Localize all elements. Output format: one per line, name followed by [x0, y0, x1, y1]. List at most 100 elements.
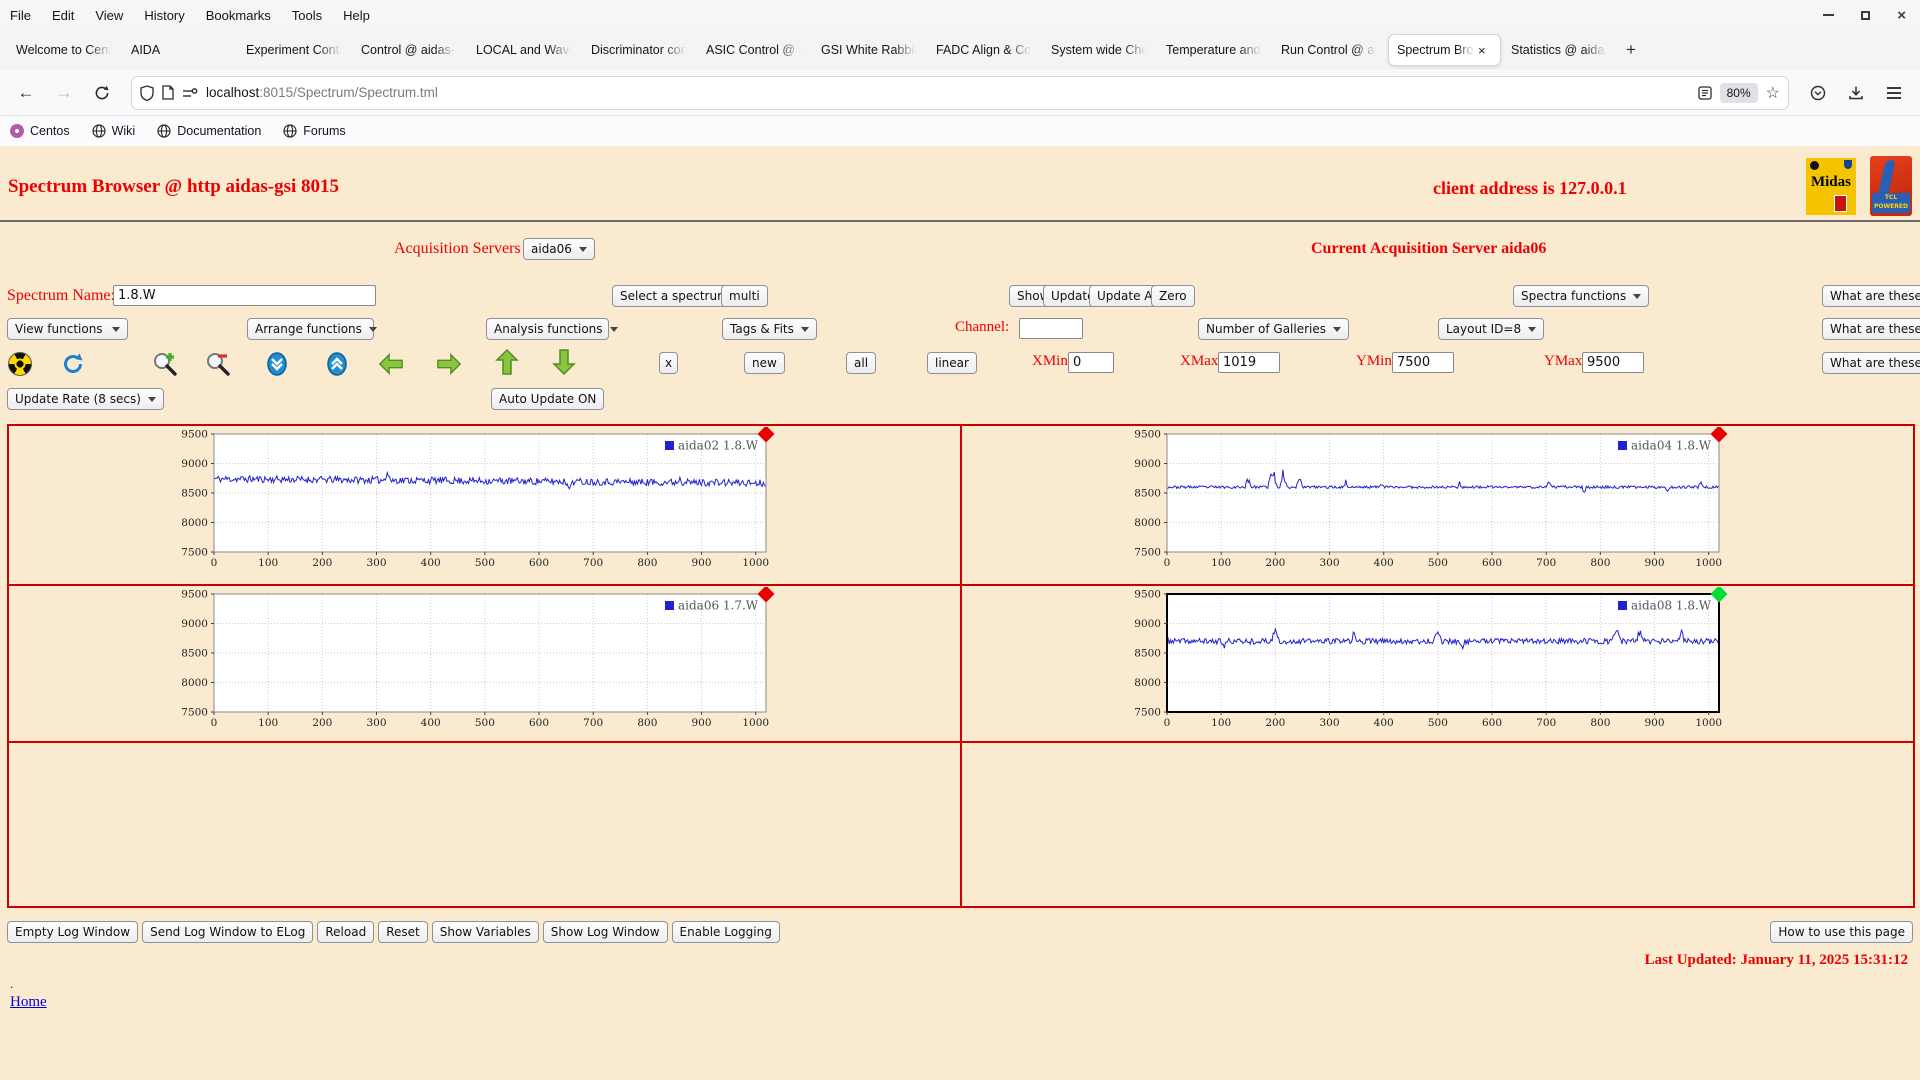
new-button[interactable]: new — [744, 352, 785, 374]
send-log-to-elog-button[interactable]: Send Log Window to ELog — [142, 921, 313, 943]
menu-bookmarks[interactable]: Bookmarks — [206, 8, 271, 23]
what-are-these-button-2[interactable]: What are these? — [1822, 318, 1920, 340]
tab-close-icon[interactable]: × — [1478, 43, 1486, 58]
zoom-out-icon[interactable] — [205, 351, 231, 377]
tab-fadc-align[interactable]: FADC Align & Co — [928, 34, 1041, 66]
bookmark-centos[interactable]: Centos — [10, 124, 70, 138]
downloads-icon[interactable] — [1842, 79, 1870, 107]
channel-input[interactable] — [1019, 318, 1083, 339]
tcl-logo[interactable]: TCL POWERED — [1870, 156, 1912, 216]
gallery-cell-aida08[interactable]: 0100200300400500600700800900100075008000… — [961, 585, 1914, 742]
new-tab-button[interactable]: + — [1618, 37, 1644, 63]
gallery-cell-empty-1[interactable] — [8, 742, 961, 907]
radiation-icon[interactable] — [7, 351, 33, 377]
tab-aida[interactable]: AIDA — [123, 34, 236, 66]
shield-icon[interactable] — [140, 85, 154, 101]
analysis-functions-select[interactable]: Analysis functions — [486, 318, 609, 340]
tab-gsi-white-rabbit[interactable]: GSI White Rabbit — [813, 34, 926, 66]
tab-local-wave[interactable]: LOCAL and Wave — [468, 34, 581, 66]
bookmark-forums[interactable]: Forums — [283, 124, 345, 138]
pocket-icon[interactable] — [1804, 79, 1832, 107]
maximize-icon[interactable] — [1861, 11, 1870, 20]
auto-update-button[interactable]: Auto Update ON — [491, 388, 604, 410]
midas-logo[interactable]: Midas — [1806, 158, 1856, 215]
reader-mode-icon[interactable] — [1698, 86, 1712, 100]
tab-statistics[interactable]: Statistics @ aidas — [1503, 34, 1616, 66]
zoom-level-badge[interactable]: 80% — [1720, 83, 1758, 103]
tab-spectrum-browser-active[interactable]: Spectrum Brow × — [1388, 34, 1501, 66]
forward-icon[interactable]: → — [50, 79, 78, 107]
xmax-input[interactable] — [1218, 352, 1280, 373]
spectrum-chart-aida04[interactable]: 0100200300400500600700800900100075008000… — [1115, 427, 1760, 582]
x-button[interactable]: x — [659, 352, 678, 374]
page-info-icon[interactable] — [162, 85, 174, 100]
tab-control-aidas[interactable]: Control @ aidas-g — [353, 34, 466, 66]
tab-run-control[interactable]: Run Control @ ai — [1273, 34, 1386, 66]
menu-view[interactable]: View — [95, 8, 123, 23]
tab-temperature[interactable]: Temperature and — [1158, 34, 1271, 66]
zero-button[interactable]: Zero — [1151, 285, 1195, 307]
permissions-icon[interactable] — [182, 87, 198, 99]
gallery-cell-aida04[interactable]: 0100200300400500600700800900100075008000… — [961, 425, 1914, 585]
bookmark-wiki[interactable]: Wiki — [92, 124, 136, 138]
url-text[interactable]: localhost:8015/Spectrum/Spectrum.tml — [206, 85, 1690, 100]
refresh-icon[interactable] — [60, 351, 86, 377]
home-link[interactable]: Home — [10, 994, 47, 1011]
scroll-down-icon[interactable] — [264, 351, 290, 377]
all-button[interactable]: all — [846, 352, 876, 374]
update-rate-select[interactable]: Update Rate (8 secs) — [7, 388, 164, 410]
gallery-cell-aida06[interactable]: 0100200300400500600700800900100075008000… — [8, 585, 961, 742]
what-are-these-button-3[interactable]: What are these? — [1822, 352, 1920, 374]
gallery-cell-aida02[interactable]: 0100200300400500600700800900100075008000… — [8, 425, 961, 585]
spectrum-chart-aida06[interactable]: 0100200300400500600700800900100075008000… — [162, 587, 807, 742]
menu-edit[interactable]: Edit — [52, 8, 74, 23]
spectrum-chart-aida08[interactable]: 0100200300400500600700800900100075008000… — [1115, 587, 1760, 742]
back-icon[interactable]: ← — [12, 79, 40, 107]
reload-icon[interactable] — [88, 79, 116, 107]
menu-file[interactable]: File — [10, 8, 31, 23]
url-bar[interactable]: localhost:8015/Spectrum/Spectrum.tml 80%… — [132, 77, 1788, 109]
tab-asic-control[interactable]: ASIC Control @ a — [698, 34, 811, 66]
spectra-functions-select[interactable]: Spectra functions — [1513, 285, 1649, 307]
move-up-icon[interactable] — [494, 349, 520, 375]
minimize-icon[interactable] — [1823, 14, 1834, 16]
show-log-window-button[interactable]: Show Log Window — [543, 921, 668, 943]
tab-system-wide[interactable]: System wide Che — [1043, 34, 1156, 66]
how-to-use-button[interactable]: How to use this page — [1770, 921, 1913, 943]
enable-logging-button[interactable]: Enable Logging — [672, 921, 780, 943]
zoom-in-icon[interactable] — [152, 351, 178, 377]
view-functions-select[interactable]: View functions — [7, 318, 128, 340]
tab-welcome-centos[interactable]: Welcome to Cent — [8, 34, 121, 66]
move-down-icon[interactable] — [551, 349, 577, 375]
layout-id-select[interactable]: Layout ID=8 — [1438, 318, 1544, 340]
what-are-these-button-1[interactable]: What are these? — [1822, 285, 1920, 307]
linear-button[interactable]: linear — [927, 352, 977, 374]
multi-button[interactable]: multi — [721, 285, 768, 307]
reset-button[interactable]: Reset — [378, 921, 428, 943]
bookmark-star-icon[interactable]: ☆ — [1766, 83, 1780, 103]
show-variables-button[interactable]: Show Variables — [432, 921, 539, 943]
spectrum-chart-aida02[interactable]: 0100200300400500600700800900100075008000… — [162, 427, 807, 582]
bookmark-documentation[interactable]: Documentation — [157, 124, 261, 138]
app-menu-icon[interactable] — [1880, 79, 1908, 107]
tab-discriminator[interactable]: Discriminator con — [583, 34, 696, 66]
tab-experiment-control[interactable]: Experiment Contr — [238, 34, 351, 66]
ymax-input[interactable] — [1582, 352, 1644, 373]
close-window-icon[interactable]: × — [1897, 8, 1906, 23]
acquisition-server-select[interactable]: aida06 — [523, 238, 595, 260]
menu-history[interactable]: History — [144, 8, 184, 23]
spectrum-name-input[interactable] — [113, 285, 376, 306]
xmin-input[interactable] — [1068, 352, 1114, 373]
arrange-functions-select[interactable]: Arrange functions — [247, 318, 374, 340]
move-right-icon[interactable] — [436, 351, 462, 377]
empty-log-window-button[interactable]: Empty Log Window — [7, 921, 138, 943]
ymin-input[interactable] — [1392, 352, 1454, 373]
number-of-galleries-select[interactable]: Number of Galleries — [1198, 318, 1349, 340]
tags-fits-select[interactable]: Tags & Fits — [722, 318, 817, 340]
gallery-cell-empty-2[interactable] — [961, 742, 1914, 907]
scroll-up-icon[interactable] — [324, 351, 350, 377]
menu-tools[interactable]: Tools — [292, 8, 322, 23]
move-left-icon[interactable] — [378, 351, 404, 377]
menu-help[interactable]: Help — [343, 8, 370, 23]
reload-button[interactable]: Reload — [317, 921, 374, 943]
